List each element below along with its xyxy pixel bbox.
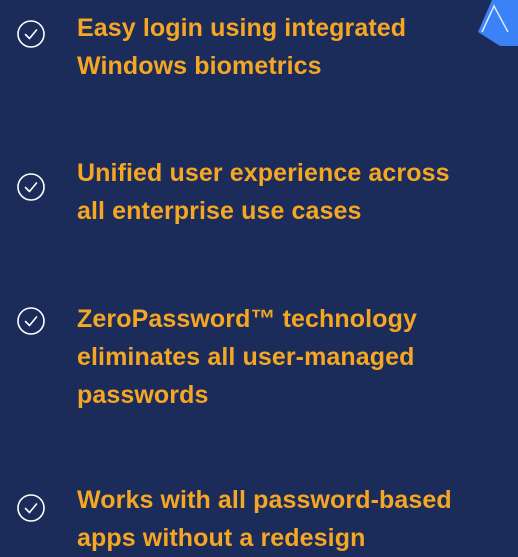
feature-text: Easy login using integrated Windows biom… [77, 14, 407, 80]
feature-text: ZeroPassword™ technology eliminates all … [77, 305, 417, 409]
check-circle-icon [16, 306, 46, 336]
check-circle-icon [16, 19, 46, 49]
feature-text: Works with all password-based apps witho… [77, 486, 452, 552]
check-circle-icon [16, 493, 46, 523]
feature-text: Unified user experience across all enter… [77, 159, 450, 225]
feature-list: Easy login using integrated Windows biom… [0, 0, 518, 557]
check-circle-icon [16, 172, 46, 202]
